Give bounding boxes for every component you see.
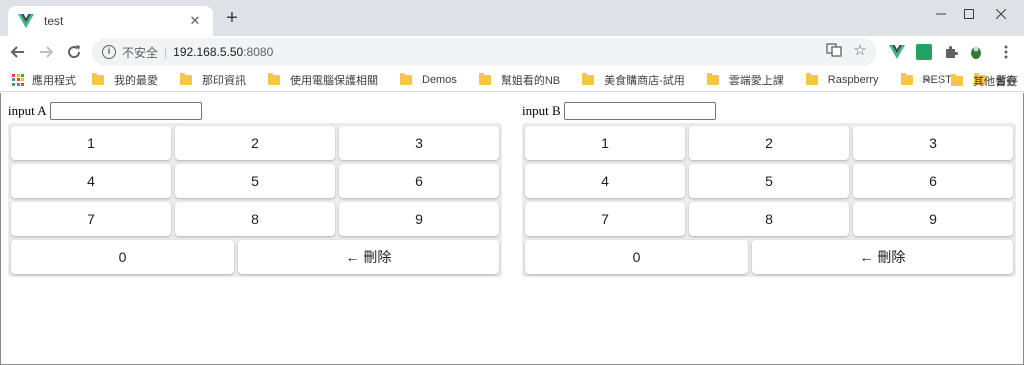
bookmark-folder[interactable]: Raspberry bbox=[805, 72, 879, 86]
keypad-panel-b: input B 1 2 3 4 5 6 7 8 9 0 ← 刪除 bbox=[522, 101, 1016, 277]
page-content: input A 1 2 3 4 5 6 7 8 9 0 ← 刪除 input B… bbox=[0, 93, 1024, 365]
folder-icon bbox=[706, 72, 719, 85]
key-9[interactable]: 9 bbox=[339, 202, 499, 236]
key-9[interactable]: 9 bbox=[853, 202, 1013, 236]
vue-devtools-icon[interactable] bbox=[889, 44, 905, 60]
maximize-icon bbox=[964, 9, 974, 19]
close-window-button[interactable] bbox=[978, 0, 1024, 28]
bookmarks-overflow-button[interactable]: » bbox=[924, 72, 931, 86]
other-bookmarks[interactable]: 其他書籤 bbox=[951, 73, 1017, 89]
input-b-field[interactable] bbox=[563, 102, 716, 120]
folder-icon bbox=[400, 72, 412, 85]
key-2[interactable]: 2 bbox=[175, 126, 335, 160]
key-7[interactable]: 7 bbox=[525, 202, 685, 236]
input-row: input B bbox=[522, 101, 1016, 121]
key-4[interactable]: 4 bbox=[11, 164, 171, 198]
bookmark-label: 美食購商店-試用 bbox=[604, 74, 685, 87]
key-4[interactable]: 4 bbox=[525, 164, 685, 198]
extensions-puzzle-icon[interactable] bbox=[943, 44, 959, 60]
key-5[interactable]: 5 bbox=[175, 164, 335, 198]
key-8[interactable]: 8 bbox=[175, 202, 335, 236]
key-8[interactable]: 8 bbox=[689, 202, 849, 236]
key-1[interactable]: 1 bbox=[525, 126, 685, 160]
bookmark-label: 那印資訊 bbox=[202, 74, 246, 87]
key-7[interactable]: 7 bbox=[11, 202, 171, 236]
key-0[interactable]: 0 bbox=[11, 240, 234, 274]
folder-icon bbox=[582, 72, 595, 85]
security-label: 不安全 bbox=[122, 45, 159, 60]
browser-tab[interactable]: test ✕ bbox=[8, 6, 213, 36]
address-host: 192.168.5.50 bbox=[173, 45, 244, 59]
vue-logo-icon bbox=[18, 14, 34, 28]
bookmark-folder[interactable]: 我的最愛 bbox=[92, 72, 158, 88]
key-6[interactable]: 6 bbox=[339, 164, 499, 198]
input-b-label: input B bbox=[522, 103, 561, 118]
key-5[interactable]: 5 bbox=[689, 164, 849, 198]
input-row: input A bbox=[8, 101, 502, 121]
back-button[interactable] bbox=[6, 40, 30, 64]
bookmark-label: 我的最愛 bbox=[114, 74, 158, 87]
close-icon bbox=[996, 9, 1006, 19]
bookmark-apps[interactable]: 應用程式 bbox=[12, 72, 76, 88]
browser-toolbar: i 不安全 | 192.168.5.50:8080 ☆ bbox=[0, 36, 1024, 68]
bookmark-folder[interactable]: 雲端愛上課 bbox=[706, 72, 784, 88]
folder-icon bbox=[478, 72, 491, 85]
folder-icon bbox=[92, 72, 104, 85]
reload-button[interactable] bbox=[62, 40, 86, 64]
bookmark-folder[interactable]: 美食購商店-試用 bbox=[582, 72, 685, 88]
input-a-field[interactable] bbox=[49, 102, 202, 120]
forward-arrow-icon bbox=[40, 46, 54, 58]
folder-icon bbox=[268, 72, 280, 85]
key-3[interactable]: 3 bbox=[853, 126, 1013, 160]
key-3[interactable]: 3 bbox=[339, 126, 499, 160]
keypad-a: 1 2 3 4 5 6 7 8 9 0 ← 刪除 bbox=[8, 123, 502, 277]
folder-icon bbox=[180, 72, 192, 85]
address-bar[interactable]: i 不安全 | 192.168.5.50:8080 bbox=[92, 38, 876, 66]
tab-close-icon[interactable]: ✕ bbox=[187, 13, 203, 29]
bookmarks-bar: 應用程式 我的最愛 那印資訊 使用電腦保護相關 Demos 幫姐看的NB 美食購… bbox=[0, 68, 1024, 92]
new-tab-button[interactable]: + bbox=[222, 8, 242, 29]
apps-grid-icon bbox=[12, 73, 24, 86]
info-icon[interactable]: i bbox=[102, 45, 116, 59]
folder-icon bbox=[805, 72, 818, 85]
forward-button[interactable] bbox=[34, 40, 58, 64]
folder-icon bbox=[900, 72, 913, 85]
bookmark-folder[interactable]: 使用電腦保護相關 bbox=[268, 72, 378, 88]
green-extension-icon[interactable] bbox=[916, 44, 932, 60]
bookmark-label: Demos bbox=[422, 73, 457, 86]
key-6[interactable]: 6 bbox=[853, 164, 1013, 198]
bookmarks-divider bbox=[940, 72, 941, 88]
browser-menu-icon[interactable] bbox=[998, 44, 1014, 60]
bookmark-label: 使用電腦保護相關 bbox=[290, 74, 378, 87]
bookmark-folder[interactable]: 幫姐看的NB bbox=[478, 72, 561, 88]
bookmark-label: 應用程式 bbox=[32, 74, 76, 87]
key-0[interactable]: 0 bbox=[525, 240, 748, 274]
bookmark-label: 幫姐看的NB bbox=[500, 74, 561, 87]
folder-icon bbox=[951, 74, 963, 86]
input-a-label: input A bbox=[8, 103, 47, 118]
bookmark-star-icon[interactable]: ☆ bbox=[852, 42, 868, 59]
minimize-icon bbox=[936, 13, 946, 15]
translate-icon[interactable] bbox=[826, 42, 842, 58]
back-arrow-icon bbox=[10, 46, 24, 58]
keypad-panel-a: input A 1 2 3 4 5 6 7 8 9 0 ← 刪除 bbox=[8, 101, 502, 277]
key-1[interactable]: 1 bbox=[11, 126, 171, 160]
delete-button[interactable]: ← 刪除 bbox=[238, 240, 499, 274]
address-port: :8080 bbox=[243, 45, 274, 59]
keypad-b: 1 2 3 4 5 6 7 8 9 0 ← 刪除 bbox=[522, 123, 1016, 277]
bookmark-label: 雲端愛上課 bbox=[728, 74, 784, 87]
tab-strip: test ✕ + bbox=[0, 0, 1024, 36]
delete-button[interactable]: ← 刪除 bbox=[752, 240, 1013, 274]
other-bookmarks-label: 其他書籤 bbox=[973, 76, 1017, 88]
bookmark-folder[interactable]: Demos bbox=[400, 72, 457, 86]
address-separator: | bbox=[164, 45, 168, 59]
bookmark-folder[interactable]: 那印資訊 bbox=[180, 72, 246, 88]
key-2[interactable]: 2 bbox=[689, 126, 849, 160]
reload-icon bbox=[68, 45, 81, 59]
profile-avatar-icon[interactable] bbox=[968, 44, 984, 60]
bookmark-label: Raspberry bbox=[827, 73, 879, 86]
tab-title: test bbox=[44, 14, 64, 28]
